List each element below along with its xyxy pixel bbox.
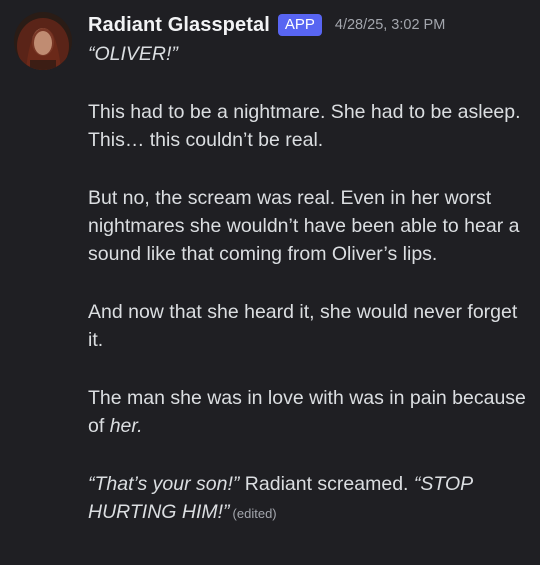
message-paragraph: “That’s your son!” Radiant screamed. “ST… [88, 470, 528, 528]
message-paragraph: This had to be a nightmare. She had to b… [88, 101, 521, 151]
app-badge: APP [277, 14, 322, 36]
chat-message: Radiant Glasspetal APP 4/28/25, 3:02 PM … [0, 0, 540, 565]
avatar[interactable] [14, 12, 72, 70]
message-header: Radiant Glasspetal APP 4/28/25, 3:02 PM [88, 10, 445, 40]
message-paragraph: The man she was in love with was in pain… [88, 384, 528, 440]
narration-text: The man she was in love with was in pain… [88, 387, 526, 437]
message-paragraph: “OLIVER!” [88, 40, 528, 68]
message-content: “OLIVER!” This had to be a nightmare. Sh… [88, 40, 528, 528]
timestamp[interactable]: 4/28/25, 3:02 PM [335, 17, 445, 33]
message-paragraph: But no, the scream was real. Even in her… [88, 187, 520, 265]
message-paragraph: And now that she heard it, she would nev… [88, 301, 518, 351]
character-portrait-avatar-icon [14, 12, 72, 70]
narration-text: Radiant screamed. [239, 473, 414, 495]
dialogue-text: “OLIVER!” [88, 43, 178, 65]
username[interactable]: Radiant Glasspetal [88, 14, 270, 37]
dialogue-text: “That’s your son!” [88, 473, 240, 495]
emphasis-text: her. [109, 415, 143, 437]
edited-label: (edited) [232, 506, 277, 521]
